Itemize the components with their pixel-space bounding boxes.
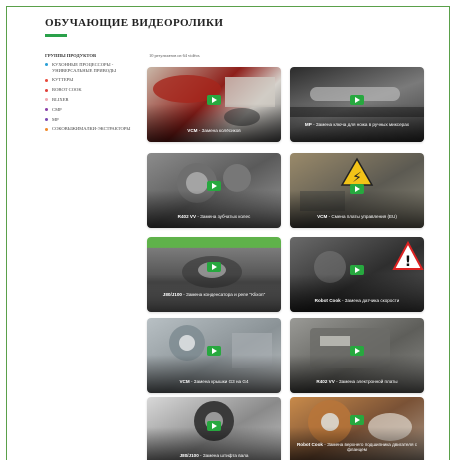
video-caption: Robot Cook - Замена верхнего подшипника … — [294, 442, 420, 453]
video-caption: Robot Cook - Замена датчика скорости — [294, 298, 420, 303]
sidebar-item-blixer[interactable]: BLIXER — [45, 97, 140, 103]
sidebar-item-cmp[interactable]: CMP — [45, 107, 140, 113]
video-title: Замена электронной платы — [338, 379, 398, 384]
video-title: Замена верхнего подшипника двигателя с ф… — [327, 442, 418, 453]
page-frame: ОБУЧАЮЩИЕ ВИДЕОРОЛИКИ ГРУППЫ ПРОДУКТОВ К… — [6, 6, 450, 460]
thumbnail-shade — [147, 355, 281, 393]
video-title: Замена зубчатых колес — [200, 214, 251, 219]
sidebar-item-juicers[interactable]: СОКОВЫЖИМАЛКИ-ЭКСТРАКТОРЫ — [45, 126, 140, 132]
video-title: Замена ключа для ножа в ручных миксерах — [315, 122, 410, 127]
video-model: MP — [304, 122, 312, 127]
sidebar-item-food-processors[interactable]: КУХОННЫЕ ПРОЦЕССОРЫ - УНИВЕРСАЛЬНЫЕ ПРИВ… — [45, 62, 140, 73]
thumbnail-shade — [147, 190, 281, 228]
video-title: Замена колёсиков — [201, 128, 241, 133]
video-caption: MP - Замена ключа для ножа в ручных микс… — [294, 122, 420, 127]
video-card[interactable]: R402 VV - Замена зубчатых колес — [147, 153, 281, 228]
play-icon[interactable] — [350, 265, 364, 275]
play-icon[interactable] — [350, 415, 364, 425]
bullet-dot-icon — [45, 88, 48, 92]
video-model: VCM — [317, 214, 328, 219]
video-title: Замена конденсатора и реле "Klixon" — [186, 292, 266, 297]
thumbnail-shade — [290, 274, 424, 312]
video-card[interactable]: R402 VV - Замена электронной платы — [290, 318, 424, 393]
thumbnail-shade — [290, 355, 424, 393]
video-model: Robot Cook — [314, 298, 341, 303]
sidebar-item-robot-cook[interactable]: ROBOT COOK — [45, 87, 140, 93]
play-icon[interactable] — [207, 181, 221, 191]
bullet-dot-icon — [45, 98, 48, 102]
video-title: Замена штифта вала — [202, 453, 249, 458]
play-icon[interactable] — [207, 346, 221, 356]
video-model: R402 VV — [316, 379, 335, 384]
play-icon[interactable] — [350, 184, 364, 194]
sidebar-item-label: КУТТЕРЫ — [52, 77, 74, 83]
video-model: Robot Cook — [296, 442, 323, 447]
svg-text:!: ! — [405, 254, 411, 270]
sidebar-item-label: ROBOT COOK — [52, 87, 82, 93]
play-icon[interactable] — [207, 95, 221, 105]
bullet-dot-icon — [45, 108, 48, 112]
video-model: J80/J100 — [162, 292, 182, 297]
thumbnail-shade — [147, 104, 281, 142]
video-title: Смена платы управления (EU) — [331, 214, 397, 219]
play-icon[interactable] — [207, 421, 221, 431]
play-icon[interactable] — [350, 95, 364, 105]
sidebar-item-label: КУХОННЫЕ ПРОЦЕССОРЫ - УНИВЕРСАЛЬНЫЕ ПРИВ… — [52, 62, 117, 73]
video-title: Замена датчика скорости — [344, 298, 400, 303]
video-card[interactable]: Robot Cook - Замена верхнего подшипника … — [290, 397, 424, 460]
video-model: J80/J100 — [179, 453, 199, 458]
video-caption: J80/J100 - Замена конденсатора и реле "K… — [151, 292, 277, 297]
video-title: Замена крышки G3 на G4 — [193, 379, 249, 384]
sidebar-item-label: BLIXER — [52, 96, 69, 102]
results-count: 10 результатов из 64 vidéos — [149, 53, 200, 58]
video-caption: VCM - Смена платы управления (EU) — [294, 214, 420, 219]
sidebar-heading: ГРУППЫ ПРОДУКТОВ — [45, 53, 97, 58]
sidebar-item-mp[interactable]: MP — [45, 117, 140, 123]
video-card[interactable]: J80/J100 - Замена конденсатора и реле "K… — [147, 237, 281, 312]
play-icon[interactable] — [350, 346, 364, 356]
sidebar-item-label: CMP — [52, 106, 62, 112]
video-card[interactable]: VCM - Замена колёсиков — [147, 67, 281, 142]
video-model: VCM — [179, 379, 190, 384]
video-caption: R402 VV - Замена зубчатых колес — [151, 214, 277, 219]
video-caption: VCM - Замена колёсиков — [151, 128, 277, 133]
sidebar-item-label: MP — [52, 116, 59, 122]
video-card[interactable]: ! Robot Cook - Замена датчика скорости — [290, 237, 424, 312]
title-underline — [45, 34, 67, 37]
product-group-list: КУХОННЫЕ ПРОЦЕССОРЫ - УНИВЕРСАЛЬНЫЕ ПРИВ… — [45, 62, 140, 136]
video-model: R402 VV — [177, 214, 197, 219]
bullet-dot-icon — [45, 127, 48, 131]
video-card[interactable]: VCM - Замена крышки G3 на G4 — [147, 318, 281, 393]
sidebar-item-cutters[interactable]: КУТТЕРЫ — [45, 77, 140, 83]
page-title: ОБУЧАЮЩИЕ ВИДЕОРОЛИКИ — [45, 17, 224, 29]
play-icon[interactable] — [207, 262, 221, 272]
bullet-dot-icon — [45, 63, 48, 67]
bullet-dot-icon — [45, 78, 48, 82]
bullet-dot-icon — [45, 117, 48, 121]
video-caption: VCM - Замена крышки G3 на G4 — [151, 379, 277, 384]
video-caption: R402 VV - Замена электронной платы — [294, 379, 420, 384]
thumbnail-shade — [290, 190, 424, 228]
sidebar-item-label: СОКОВЫЖИМАЛКИ-ЭКСТРАКТОРЫ — [52, 126, 131, 132]
video-card[interactable]: MP - Замена ключа для ножа в ручных микс… — [290, 67, 424, 142]
video-card[interactable]: ⚡ VCM - Смена платы управления (EU) — [290, 153, 424, 228]
video-caption: J80/J100 - Замена штифта вала — [151, 453, 277, 458]
video-model: VCM — [187, 128, 198, 133]
video-card[interactable]: J80/J100 - Замена штифта вала — [147, 397, 281, 460]
